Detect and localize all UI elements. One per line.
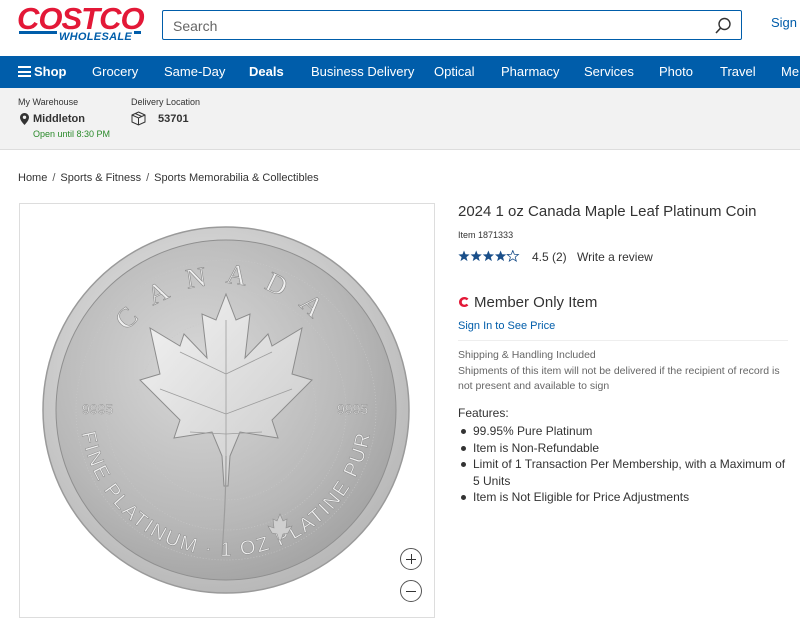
star-rating-icon[interactable] (458, 250, 520, 262)
search-icon[interactable] (713, 16, 733, 36)
breadcrumb-separator: / (52, 172, 56, 184)
zoom-in-button[interactable] (400, 548, 422, 570)
write-review-link[interactable]: Write a review (577, 250, 653, 264)
sign-in-to-see-price-link[interactable]: Sign In to See Price (458, 320, 555, 332)
sign-in-link[interactable]: Sign I (771, 15, 800, 30)
nav-travel[interactable]: Travel (720, 64, 756, 79)
item-number-value: 1871333 (478, 230, 514, 240)
zoom-out-button[interactable] (400, 580, 422, 602)
nav-photo[interactable]: Photo (659, 64, 693, 79)
review-count[interactable]: (2) (552, 250, 567, 264)
search-input[interactable] (173, 16, 693, 36)
box-icon (131, 111, 146, 126)
warehouse-name[interactable]: Middleton (33, 113, 85, 125)
coin-mark-right: 9995 (337, 401, 368, 417)
nav-grocery[interactable]: Grocery (92, 64, 138, 79)
nav-pharmacy[interactable]: Pharmacy (501, 64, 560, 79)
minus-icon (406, 591, 416, 592)
warehouse-bar: My Warehouse Middleton Open until 8:30 P… (0, 88, 800, 150)
product-image-panel: CANADA FINE PLATINUM · 1 OZ PLATINE PUR … (19, 203, 435, 618)
nav-optical[interactable]: Optical (434, 64, 474, 79)
features-list: 99.95% Pure Platinum Item is Non-Refunda… (458, 423, 788, 506)
costco-c-icon (459, 297, 469, 307)
feature-item: 99.95% Pure Platinum (458, 423, 788, 440)
feature-item: Item is Not Eligible for Price Adjustmen… (458, 489, 788, 506)
shipping-info: Shipping & Handling Included (458, 349, 596, 361)
nav-shop-label: Shop (34, 64, 67, 79)
nav-same-day[interactable]: Same-Day (164, 64, 225, 79)
nav-shop[interactable]: Shop (18, 64, 67, 79)
warehouse-hours: Open until 8:30 PM (33, 129, 111, 139)
rating-value: 4.5 (532, 250, 549, 264)
costco-logo[interactable]: COSTCO WHOLESALE (17, 1, 145, 44)
feature-item: Limit of 1 Transaction Per Membership, w… (458, 456, 788, 489)
logo-subtitle: WHOLESALE (57, 31, 134, 43)
location-pin-icon (20, 113, 29, 125)
divider (458, 340, 788, 341)
member-only-label: Member Only Item (474, 294, 598, 311)
logo-wordmark: COSTCO (17, 1, 145, 36)
delivery-label: Delivery Location (131, 97, 201, 107)
nav-deals[interactable]: Deals (249, 64, 284, 79)
breadcrumb-memorabilia[interactable]: Sports Memorabilia & Collectibles (154, 172, 318, 184)
coin-mark-left: 9995 (82, 401, 113, 417)
shipping-note: Shipments of this item will not be deliv… (458, 365, 780, 392)
breadcrumb-separator: / (146, 172, 150, 184)
site-header: COSTCO WHOLESALE Sign I (0, 0, 800, 56)
breadcrumb-home[interactable]: Home (18, 172, 47, 184)
nav-business-delivery[interactable]: Business Delivery (311, 64, 414, 79)
product-title: 2024 1 oz Canada Maple Leaf Platinum Coi… (458, 203, 757, 220)
nav-more[interactable]: Me (781, 64, 799, 79)
warehouse-label: My Warehouse (18, 97, 79, 107)
breadcrumb: Home / Sports & Fitness / Sports Memorabilia… (18, 172, 319, 184)
features-heading: Features: (458, 406, 509, 420)
plus-icon-stroke (411, 554, 412, 564)
main-nav: Shop Grocery Same-Day Deals Business Del… (0, 56, 800, 88)
item-number-label: Item (458, 230, 476, 240)
product-image[interactable]: CANADA FINE PLATINUM · 1 OZ PLATINE PUR … (40, 224, 412, 596)
nav-services[interactable]: Services (584, 64, 634, 79)
breadcrumb-sports-fitness[interactable]: Sports & Fitness (60, 172, 141, 184)
search-box (162, 10, 742, 40)
feature-item: Item is Non-Refundable (458, 440, 788, 457)
member-only-item: Member Only Item (458, 294, 597, 311)
menu-icon (18, 66, 31, 77)
delivery-zip[interactable]: 53701 (158, 113, 189, 125)
item-number: Item 1871333 (458, 230, 513, 240)
